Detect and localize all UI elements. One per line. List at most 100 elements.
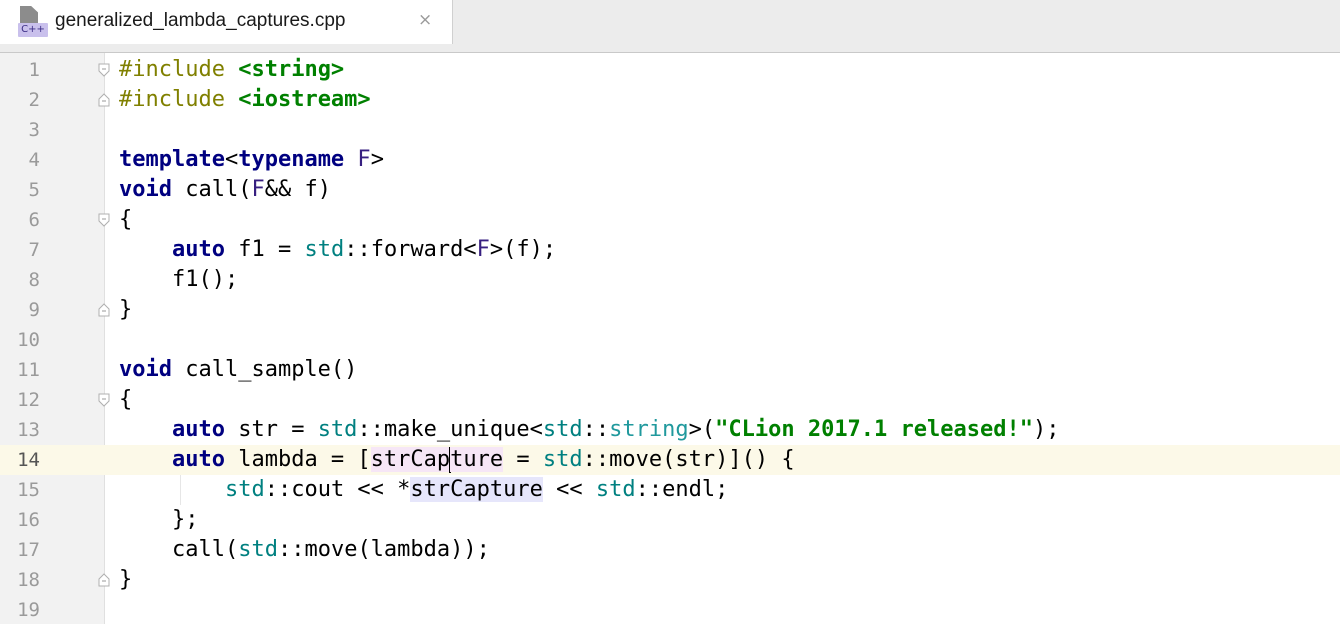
line-number[interactable]: 16 bbox=[0, 509, 40, 531]
code-line[interactable]: 10 bbox=[0, 325, 1340, 355]
cpp-file-icon: C++ bbox=[18, 6, 48, 38]
code-text[interactable]: template<typename F> bbox=[119, 147, 384, 173]
code-token: { bbox=[119, 387, 133, 412]
line-number[interactable]: 2 bbox=[0, 89, 40, 111]
code-token: call( bbox=[171, 177, 252, 202]
code-token: strCap bbox=[370, 447, 451, 472]
code-line[interactable]: 9} bbox=[0, 295, 1340, 325]
code-token: ::cout << * bbox=[264, 477, 411, 502]
code-token: ::forward< bbox=[344, 237, 477, 262]
code-token: std bbox=[304, 237, 345, 262]
code-line[interactable]: 8 f1(); bbox=[0, 265, 1340, 295]
line-number[interactable]: 3 bbox=[0, 119, 40, 141]
code-text[interactable]: } bbox=[119, 567, 132, 593]
code-token: { bbox=[119, 207, 133, 232]
line-number[interactable]: 18 bbox=[0, 569, 40, 591]
fold-marker-icon[interactable] bbox=[98, 93, 110, 107]
code-line[interactable]: 16 }; bbox=[0, 505, 1340, 535]
code-token: ); bbox=[1033, 417, 1060, 442]
code-text[interactable]: auto lambda = [strCapture = std::move(st… bbox=[119, 447, 795, 473]
fold-marker-icon[interactable] bbox=[98, 393, 110, 407]
code-text[interactable]: void call(F&& f) bbox=[119, 177, 331, 203]
code-line[interactable]: 17 call(std::move(lambda)); bbox=[0, 535, 1340, 565]
fold-marker-icon[interactable] bbox=[98, 573, 110, 587]
code-text[interactable]: call(std::move(lambda)); bbox=[119, 537, 490, 563]
code-text[interactable]: void call_sample() bbox=[119, 357, 357, 383]
line-number[interactable]: 7 bbox=[0, 239, 40, 261]
code-line[interactable]: 13 auto str = std::make_unique<std::stri… bbox=[0, 415, 1340, 445]
code-token: }; bbox=[119, 507, 199, 532]
code-token: && f) bbox=[264, 177, 331, 202]
code-token: std bbox=[542, 417, 583, 442]
fold-marker-icon[interactable] bbox=[98, 303, 110, 317]
code-line[interactable]: 15 std::cout << *strCapture << std::endl… bbox=[0, 475, 1340, 505]
code-token: f1 = bbox=[224, 237, 305, 262]
code-token: F bbox=[251, 177, 265, 202]
code-token: f1(); bbox=[119, 267, 239, 292]
code-token: <iostream> bbox=[238, 87, 371, 112]
code-token: :: bbox=[582, 417, 610, 442]
code-token: std bbox=[317, 417, 358, 442]
code-token: lambda = [ bbox=[224, 447, 371, 472]
code-editor[interactable]: 1 #include <string> 2 #include <iostream> 3 4… bbox=[0, 55, 1340, 625]
code-text[interactable]: { bbox=[119, 207, 132, 233]
line-number[interactable]: 12 bbox=[0, 389, 40, 411]
code-text[interactable]: f1(); bbox=[119, 267, 238, 293]
code-text[interactable]: #include <iostream> bbox=[119, 87, 371, 113]
line-number[interactable]: 4 bbox=[0, 149, 40, 171]
code-line[interactable]: 3 bbox=[0, 115, 1340, 145]
code-text[interactable]: }; bbox=[119, 507, 199, 533]
code-line[interactable]: 18} bbox=[0, 565, 1340, 595]
line-number[interactable]: 10 bbox=[0, 329, 40, 351]
fold-marker-icon[interactable] bbox=[98, 63, 110, 77]
code-token: auto bbox=[171, 237, 225, 262]
line-number[interactable]: 14 bbox=[0, 449, 40, 471]
code-line[interactable]: 11 void call_sample() bbox=[0, 355, 1340, 385]
code-line[interactable]: 19 bbox=[0, 595, 1340, 625]
line-number[interactable]: 9 bbox=[0, 299, 40, 321]
code-text[interactable]: auto f1 = std::forward<F>(f); bbox=[119, 237, 556, 263]
line-number[interactable]: 13 bbox=[0, 419, 40, 441]
code-line[interactable]: 2 #include <iostream> bbox=[0, 85, 1340, 115]
line-number[interactable]: 5 bbox=[0, 179, 40, 201]
line-number[interactable]: 11 bbox=[0, 359, 40, 381]
editor-tab[interactable]: C++ generalized_lambda_captures.cpp × bbox=[0, 0, 453, 44]
code-line[interactable]: 7 auto f1 = std::forward<F>(f); bbox=[0, 235, 1340, 265]
code-text[interactable]: } bbox=[119, 297, 132, 323]
line-number[interactable]: 15 bbox=[0, 479, 40, 501]
fold-marker-icon[interactable] bbox=[98, 213, 110, 227]
code-line[interactable]: 1 #include <string> bbox=[0, 55, 1340, 85]
code-token: call( bbox=[119, 537, 239, 562]
code-text[interactable]: std::cout << *strCapture << std::endl; bbox=[119, 477, 728, 503]
close-tab-icon[interactable]: × bbox=[418, 10, 432, 30]
code-token: std bbox=[542, 447, 583, 472]
line-number[interactable]: 1 bbox=[0, 59, 40, 81]
line-number[interactable]: 8 bbox=[0, 269, 40, 291]
code-token: ::make_unique< bbox=[357, 417, 543, 442]
code-token: } bbox=[119, 567, 133, 592]
code-text[interactable]: { bbox=[119, 387, 132, 413]
code-token: = bbox=[503, 447, 543, 472]
code-token: ::endl; bbox=[635, 477, 729, 502]
code-line[interactable]: 6{ bbox=[0, 205, 1340, 235]
code-token: > bbox=[370, 147, 384, 172]
code-line[interactable]: 4 template<typename F> bbox=[0, 145, 1340, 175]
code-text[interactable]: auto str = std::make_unique<std::string>… bbox=[119, 417, 1060, 443]
code-text[interactable]: #include <string> bbox=[119, 57, 344, 83]
line-number[interactable]: 17 bbox=[0, 539, 40, 561]
line-number[interactable]: 19 bbox=[0, 599, 40, 621]
code-token: >( bbox=[688, 417, 716, 442]
code-token: ::move(str)]() { bbox=[582, 447, 795, 472]
code-line[interactable]: 14 auto lambda = [strCapture = std::move… bbox=[0, 445, 1340, 475]
code-token: #include bbox=[119, 87, 239, 112]
code-token: F bbox=[344, 147, 371, 172]
code-token: F bbox=[476, 237, 490, 262]
code-line[interactable]: 12 { bbox=[0, 385, 1340, 415]
code-line[interactable]: 5 void call(F&& f) bbox=[0, 175, 1340, 205]
tab-file-name[interactable]: generalized_lambda_captures.cpp bbox=[55, 10, 345, 32]
code-token: << bbox=[542, 477, 596, 502]
line-number[interactable]: 6 bbox=[0, 209, 40, 231]
code-token: "CLion 2017.1 released!" bbox=[715, 417, 1033, 442]
